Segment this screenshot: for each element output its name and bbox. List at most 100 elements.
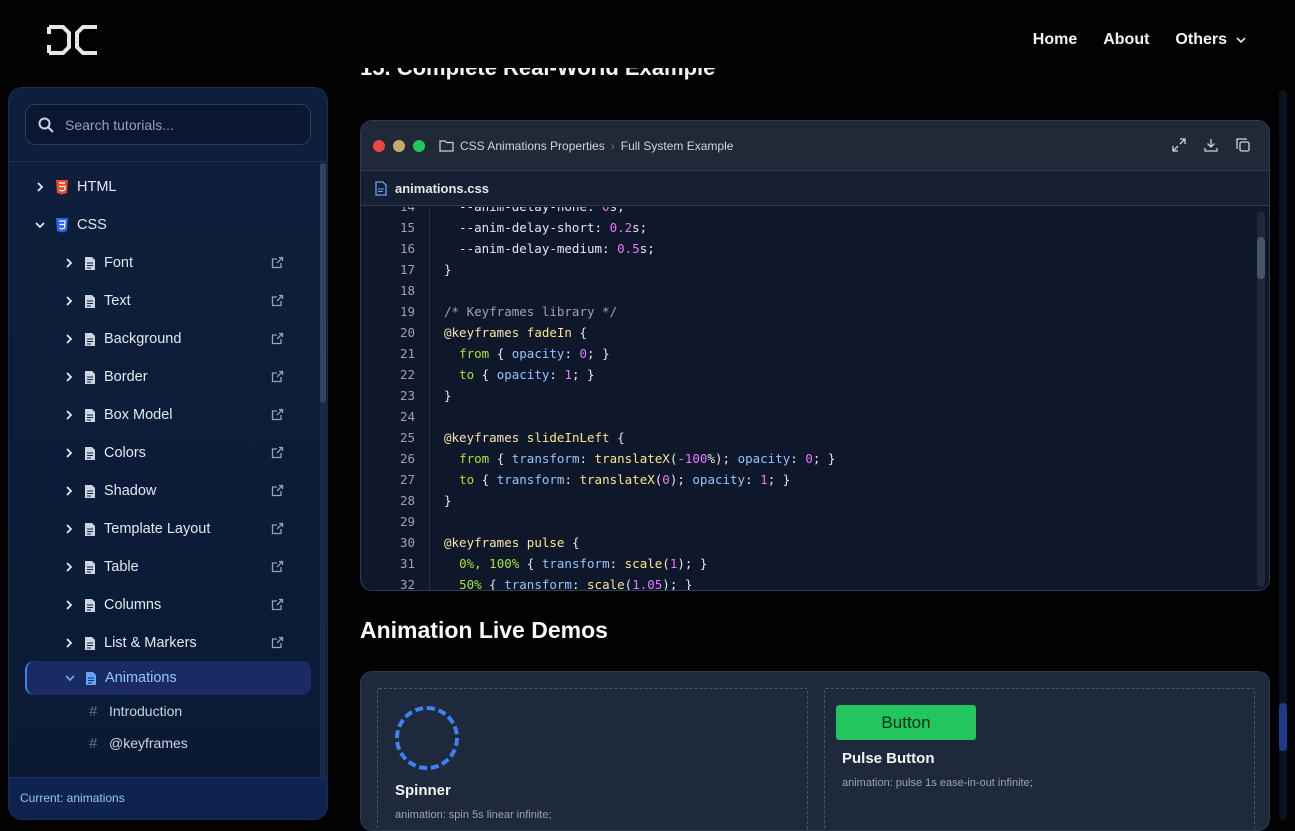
external-link-icon[interactable] <box>271 408 284 421</box>
demos-heading: Animation Live Demos <box>360 617 608 643</box>
tree-item-label: Table <box>104 559 139 575</box>
external-link-icon[interactable] <box>271 332 284 345</box>
nav-others[interactable]: Others <box>1175 31 1247 49</box>
code-line: --anim-delay-none: 0s; <box>444 207 625 214</box>
nav-others-label[interactable]: Others <box>1175 31 1227 49</box>
tree-item-css-topic[interactable]: Text <box>62 284 312 318</box>
external-link-icon[interactable] <box>271 560 284 573</box>
file-name: animations.css <box>395 180 489 196</box>
search-icon <box>38 117 54 133</box>
tree-subitem-keyframes[interactable]: # @keyframes <box>89 726 309 760</box>
line-number: 27 <box>399 472 415 487</box>
editor-scrollbar-thumb[interactable] <box>1257 237 1265 279</box>
tree-item-css-topic[interactable]: List & Markers <box>62 626 312 660</box>
code-line: } <box>444 262 452 277</box>
code-line: /* Keyframes library */ <box>444 304 618 319</box>
chevron-right-icon <box>62 371 76 383</box>
tree-item-animations[interactable]: Animations <box>25 661 311 695</box>
line-number: 20 <box>399 325 415 340</box>
tree-item-css-topic[interactable]: Table <box>62 550 312 584</box>
external-link-icon[interactable] <box>271 598 284 611</box>
tree-item-css[interactable]: CSS <box>33 208 313 242</box>
external-link-icon[interactable] <box>271 256 284 269</box>
code-line: from { transform: translateX(-100%); opa… <box>459 451 836 466</box>
document-icon <box>86 671 96 685</box>
line-number: 21 <box>399 346 415 361</box>
external-link-icon[interactable] <box>271 294 284 307</box>
file-icon <box>375 180 387 196</box>
sidebar-scrollbar[interactable] <box>320 163 326 778</box>
page-scrollbar[interactable] <box>1279 90 1287 820</box>
line-number: 26 <box>399 451 415 466</box>
line-number: 15 <box>399 220 415 235</box>
line-number: 28 <box>399 493 415 508</box>
breadcrumb-item[interactable]: Full System Example <box>621 139 734 153</box>
sidebar: HTML CSS Font Text Background Border Box Mod… <box>8 87 328 820</box>
chevron-right-icon <box>62 561 76 573</box>
external-link-icon[interactable] <box>271 446 284 459</box>
tree-item-label: Text <box>104 293 131 309</box>
tree-item-css-topic[interactable]: Border <box>62 360 312 394</box>
code-line: --anim-delay-medium: 0.5s; <box>444 241 655 256</box>
current-page-indicator: Current: animations <box>9 777 327 819</box>
tree-item-label: HTML <box>77 179 117 195</box>
tree-item-label: Columns <box>104 597 162 613</box>
sidebar-divider <box>9 161 327 162</box>
demo-pulse: Button Pulse Button animation: pulse 1s … <box>824 688 1255 830</box>
code-line: @keyframes pulse { <box>444 535 580 550</box>
nav-about[interactable]: About <box>1103 31 1149 49</box>
demo-description: animation: spin 5s linear infinite; <box>395 809 552 821</box>
code-line: 50% { transform: scale(1.05); } <box>459 577 693 591</box>
tree-subitem-introduction[interactable]: # Introduction <box>89 694 309 728</box>
search-input[interactable] <box>65 116 295 133</box>
hash-icon: # <box>89 702 98 720</box>
tree-item-css-topic[interactable]: Background <box>62 322 312 356</box>
site-logo[interactable] <box>47 23 99 57</box>
pulse-demo-button[interactable]: Button <box>836 705 976 740</box>
tree-item-css-topic[interactable]: Colors <box>62 436 312 470</box>
breadcrumb-item[interactable]: CSS Animations Properties <box>460 139 605 153</box>
chevron-down-icon <box>33 220 47 230</box>
demo-description: animation: pulse 1s ease-in-out infinite… <box>842 777 1033 789</box>
tree-item-css-topic[interactable]: Box Model <box>62 398 312 432</box>
copy-icon[interactable] <box>1235 137 1251 153</box>
tree-item-css-topic[interactable]: Font <box>62 246 312 280</box>
window-close-dot[interactable] <box>373 139 385 152</box>
search-box <box>25 104 311 145</box>
demo-title: Pulse Button <box>842 750 935 767</box>
tree-item-css-topic[interactable]: Shadow <box>62 474 312 508</box>
document-icon <box>85 636 95 650</box>
code-area[interactable]: 14 15 16 17 18 19 20 21 22 23 24 25 26 27 28 29 30 31 32 -… <box>361 207 1256 591</box>
document-icon <box>85 446 95 460</box>
external-link-icon[interactable] <box>271 522 284 535</box>
tree-item-label: Box Model <box>104 407 173 423</box>
tree-item-html[interactable]: HTML <box>33 170 313 204</box>
external-link-icon[interactable] <box>271 370 284 383</box>
expand-icon[interactable] <box>1171 137 1187 153</box>
file-tab[interactable]: animations.css <box>361 171 1269 206</box>
document-icon <box>85 522 95 536</box>
window-minimize-dot[interactable] <box>393 139 405 152</box>
external-link-icon[interactable] <box>271 636 284 649</box>
line-gutter: 14 15 16 17 18 19 20 21 22 23 24 25 26 27 28 29 30 31 32 <box>361 207 430 590</box>
line-number: 19 <box>399 304 415 319</box>
page-scrollbar-thumb[interactable] <box>1279 703 1287 751</box>
chevron-right-icon <box>62 447 76 459</box>
code-line: to { opacity: 1; } <box>459 367 595 382</box>
editor-scrollbar[interactable] <box>1257 211 1265 587</box>
document-icon <box>85 484 95 498</box>
main-nav: Home About Others <box>1033 31 1247 49</box>
external-link-icon[interactable] <box>271 484 284 497</box>
document-icon <box>85 256 95 270</box>
download-icon[interactable] <box>1203 137 1219 153</box>
line-number: 31 <box>399 556 415 571</box>
code-line: 0%, 100% { transform: scale(1); } <box>459 556 708 571</box>
folder-icon <box>439 140 454 152</box>
line-number: 17 <box>399 262 415 277</box>
nav-home[interactable]: Home <box>1033 31 1077 49</box>
window-maximize-dot[interactable] <box>413 139 425 152</box>
tree-item-css-topic[interactable]: Columns <box>62 588 312 622</box>
chevron-down-icon <box>1236 37 1246 44</box>
tree-item-css-topic[interactable]: Template Layout <box>62 512 312 546</box>
sidebar-scrollbar-thumb[interactable] <box>320 163 326 403</box>
